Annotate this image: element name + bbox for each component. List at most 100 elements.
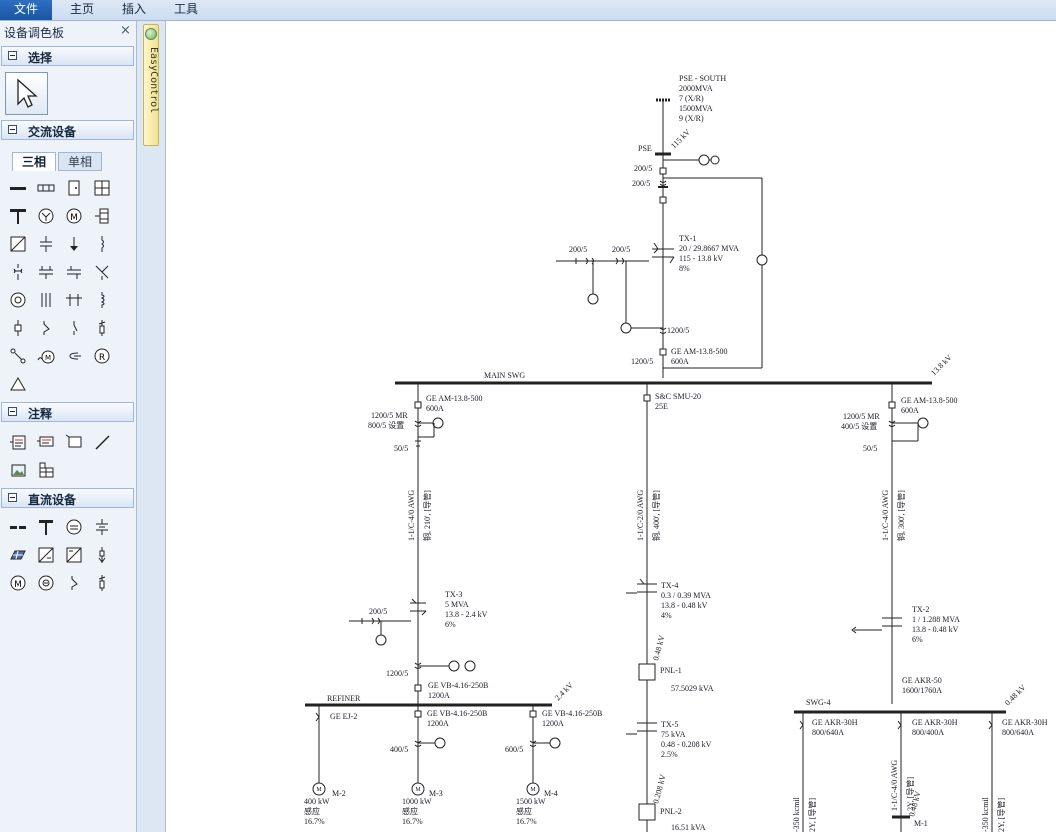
fuse-tool[interactable]	[8, 318, 28, 338]
fused-switch-tool[interactable]	[92, 318, 112, 338]
text-note-tool[interactable]	[8, 432, 28, 452]
collapse-icon[interactable]	[8, 125, 17, 134]
left-ct2: 50/5	[394, 444, 408, 453]
collapse-icon[interactable]	[8, 407, 17, 416]
callout-tool[interactable]	[36, 432, 56, 452]
ground-tool[interactable]	[8, 374, 28, 394]
m3-amp: 1200A	[427, 719, 449, 728]
text-note-icon	[10, 435, 26, 450]
left-ct-set: 800/5 设置	[368, 420, 404, 430]
ct2-label: 200/5	[632, 179, 650, 188]
ct5-label: 1200/5	[667, 326, 689, 335]
dc-source-tool[interactable]	[64, 517, 84, 537]
motor-tool[interactable]: M	[64, 206, 84, 226]
ground-transformer-tool[interactable]	[92, 262, 112, 282]
cable-icon	[101, 236, 104, 252]
utility-tool[interactable]	[8, 206, 28, 226]
busway-tool[interactable]	[64, 290, 84, 310]
rectifier-tool[interactable]	[36, 545, 56, 565]
left-ct3: 200/5	[369, 607, 387, 616]
pnl2-load: 16.51 kVA	[671, 823, 706, 832]
section-dc-label: 直流设备	[28, 493, 77, 507]
load-tool[interactable]	[64, 234, 84, 254]
palette-close-button[interactable]: ×	[120, 23, 131, 38]
menu-insert[interactable]: 插入	[112, 0, 156, 20]
switchgear-tool[interactable]	[92, 178, 112, 198]
table-tool[interactable]	[36, 460, 56, 480]
section-ac[interactable]: 交流设备	[1, 120, 134, 140]
mcc-icon	[95, 208, 109, 224]
transformer-tool[interactable]	[8, 262, 28, 282]
dc-bus-tool[interactable]	[8, 517, 28, 537]
bus-tool[interactable]	[8, 178, 28, 198]
harmonic-filter-tool[interactable]	[36, 290, 56, 310]
menu-file[interactable]: 文件	[0, 0, 52, 20]
lv1-cable: -350 kcmil	[792, 796, 801, 832]
dc-breaker-tool[interactable]	[64, 573, 84, 593]
swg4-kv: 0.48 kV	[1003, 683, 1028, 708]
menu-tools[interactable]: 工具	[164, 0, 208, 20]
main-brk-name: GE AM-13.8-500	[671, 347, 727, 356]
tab-single-phase[interactable]: 单相	[58, 152, 102, 171]
one-line-diagram: PSE - SOUTH 2000MVA 7 (X/R) 1500MVA 9 (X…	[304, 74, 1048, 832]
pv-tool[interactable]	[8, 545, 28, 565]
tx1-z: 8%	[679, 264, 690, 273]
transformer-3w-tool[interactable]	[36, 262, 56, 282]
reactor-icon	[10, 292, 26, 308]
breaker-tool[interactable]	[36, 318, 56, 338]
refiner-kv: 2.4 kV	[553, 680, 575, 702]
pointer-tool[interactable]	[5, 72, 48, 115]
rectangle-tool[interactable]	[64, 432, 84, 452]
line-tool[interactable]	[92, 432, 112, 452]
dc-fuse-tool[interactable]	[92, 573, 112, 593]
motor-starter-tool[interactable]: M	[36, 346, 56, 366]
section-notes[interactable]: 注释	[1, 402, 134, 422]
dc-motor-tool[interactable]: M	[8, 573, 28, 593]
mid-brk-name: S&C SMU-20	[655, 392, 701, 401]
main-swg-label: MAIN SWG	[484, 371, 525, 380]
dc-utility-tool[interactable]	[36, 517, 56, 537]
dc-load-tool[interactable]	[92, 545, 112, 565]
panel-tool[interactable]	[64, 178, 84, 198]
tx5-mva: 75 kVA	[661, 730, 686, 739]
capacitor-icon	[40, 236, 52, 252]
image-icon	[11, 464, 26, 477]
ct-tool[interactable]	[64, 346, 84, 366]
tab-three-phase[interactable]: 三相	[12, 152, 56, 171]
tx2-z: 6%	[912, 635, 923, 644]
easycontrol-tab[interactable]: EasyControl	[143, 24, 159, 146]
image-tool[interactable]	[8, 460, 28, 480]
section-dc[interactable]: 直流设备	[1, 488, 134, 508]
collapse-icon[interactable]	[8, 51, 17, 60]
menu-home[interactable]: 主页	[60, 0, 104, 20]
dc-motor-icon: M	[10, 575, 26, 591]
battery-tool[interactable]	[92, 517, 112, 537]
cable-tool[interactable]	[92, 234, 112, 254]
tx2-name: TX-2	[912, 605, 929, 614]
dc-converter-tool[interactable]	[36, 573, 56, 593]
relay-r-tool[interactable]: R	[92, 346, 112, 366]
bus-duct-tool[interactable]	[36, 178, 56, 198]
autotransformer-tool[interactable]	[64, 262, 84, 282]
table-icon	[39, 462, 54, 478]
reactor-tool[interactable]	[8, 290, 28, 310]
mcc-tool[interactable]	[92, 206, 112, 226]
section-select[interactable]: 选择	[1, 46, 134, 66]
m2-name: M-2	[332, 789, 346, 798]
generator-tool[interactable]	[36, 206, 56, 226]
palette-title: 设备调色板	[4, 26, 65, 40]
relay-tool[interactable]	[8, 346, 28, 366]
series-reactor-tool[interactable]	[92, 290, 112, 310]
diagram-canvas[interactable]: PSE - SOUTH 2000MVA 7 (X/R) 1500MVA 9 (X…	[166, 21, 1056, 832]
autotransformer-icon	[67, 266, 81, 279]
tx3-kv: 13.8 - 2.4 kV	[445, 610, 488, 619]
collapse-icon[interactable]	[8, 493, 17, 502]
tx5-name: TX-5	[661, 720, 678, 729]
switch-tool[interactable]	[64, 318, 84, 338]
capacitor-tool[interactable]	[36, 234, 56, 254]
lv1-cable2: 2Y, [导管]	[807, 798, 817, 832]
tx2-mva: 1 / 1.288 MVA	[912, 615, 960, 624]
vfd-tool[interactable]	[8, 234, 28, 254]
panel-icon	[68, 180, 80, 196]
inverter-tool[interactable]	[64, 545, 84, 565]
